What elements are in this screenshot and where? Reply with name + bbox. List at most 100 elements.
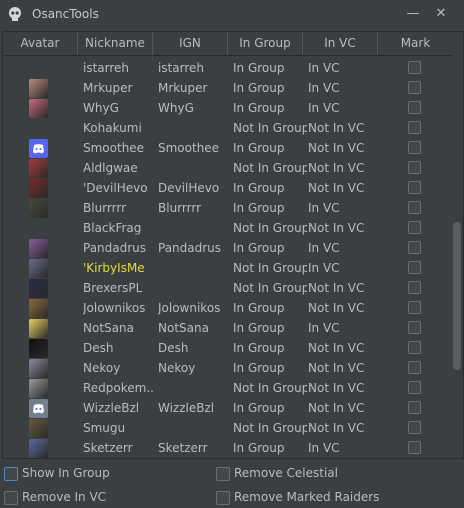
- in-vc-cell: In VC: [308, 201, 340, 215]
- avatar: [29, 419, 48, 438]
- mark-checkbox[interactable]: [408, 101, 421, 114]
- checkbox-box[interactable]: [4, 491, 18, 505]
- table-row[interactable]: BlackFrag Not In Group Not In VC: [3, 218, 451, 238]
- avatar: [29, 79, 48, 98]
- table-row[interactable]: Blurrrrr Blurrrrr In Group In VC: [3, 198, 451, 218]
- mark-checkbox[interactable]: [408, 401, 421, 414]
- ign-cell: Sketzerr: [158, 441, 208, 455]
- checkbox-box[interactable]: [216, 491, 230, 505]
- close-button[interactable]: ✕: [430, 4, 452, 24]
- avatar: [29, 359, 48, 378]
- avatar: [29, 179, 48, 198]
- avatar: [29, 319, 48, 338]
- mark-checkbox[interactable]: [408, 221, 421, 234]
- ign-cell: WhyG: [158, 101, 194, 115]
- column-header-in-vc[interactable]: In VC: [303, 32, 378, 55]
- avatar: [29, 159, 48, 178]
- mark-checkbox[interactable]: [408, 61, 421, 74]
- avatar: [29, 99, 48, 118]
- table-row[interactable]: Smoothee Smoothee In Group Not In VC: [3, 138, 451, 158]
- table-row[interactable]: Mrkuper Mrkuper In Group In VC: [3, 78, 451, 98]
- table-row[interactable]: WizzleBzl WizzleBzl In Group Not In VC: [3, 398, 451, 418]
- table-row[interactable]: Jolownikos Jolownikos In Group Not In VC: [3, 298, 451, 318]
- nickname-cell: Pandadrus: [83, 241, 147, 255]
- in-group-cell: Not In Group: [233, 161, 307, 175]
- mark-checkbox[interactable]: [408, 361, 421, 374]
- checkbox-box[interactable]: [4, 467, 18, 481]
- in-group-cell: Not In Group: [233, 281, 307, 295]
- table-row[interactable]: Redpokem... Not In Group Not In VC: [3, 378, 451, 398]
- in-vc-cell: In VC: [308, 261, 340, 275]
- in-group-cell: Not In Group: [233, 421, 307, 435]
- column-header-avatar[interactable]: Avatar: [3, 32, 78, 55]
- in-group-cell: In Group: [233, 321, 285, 335]
- table-row[interactable]: Nekoy Nekoy In Group Not In VC: [3, 358, 451, 378]
- in-group-cell: In Group: [233, 341, 285, 355]
- vertical-scrollbar[interactable]: [452, 56, 462, 458]
- nickname-cell: Kohakumi: [83, 121, 142, 135]
- in-group-cell: In Group: [233, 61, 285, 75]
- mark-checkbox[interactable]: [408, 121, 421, 134]
- skull-icon: [9, 7, 21, 21]
- table-row[interactable]: BrexersPL Not In Group Not In VC: [3, 278, 451, 298]
- table-row[interactable]: 'KirbyIsMe Not In Group In VC: [3, 258, 451, 278]
- table-row[interactable]: istarreh istarreh In Group In VC: [3, 58, 451, 78]
- nickname-cell: NotSana: [83, 321, 134, 335]
- scrollbar-thumb[interactable]: [453, 222, 461, 370]
- ign-cell: [158, 258, 230, 278]
- mark-checkbox[interactable]: [408, 321, 421, 334]
- in-vc-cell: In VC: [308, 321, 340, 335]
- column-header-mark[interactable]: Mark: [378, 32, 453, 55]
- column-header-in-group[interactable]: In Group: [228, 32, 303, 55]
- checkbox-box[interactable]: [216, 467, 230, 481]
- table-row[interactable]: NotSana NotSana In Group In VC: [3, 318, 451, 338]
- table-row[interactable]: Desh Desh In Group Not In VC: [3, 338, 451, 358]
- table-row[interactable]: WhyG WhyG In Group In VC: [3, 98, 451, 118]
- mark-checkbox[interactable]: [408, 141, 421, 154]
- in-vc-cell: Not In VC: [308, 381, 365, 395]
- mark-checkbox[interactable]: [408, 241, 421, 254]
- table-row[interactable]: 'DevilHevo DevilHevo In Group Not In VC: [3, 178, 451, 198]
- mark-checkbox[interactable]: [408, 341, 421, 354]
- in-vc-cell: Not In VC: [308, 301, 365, 315]
- window-title: OsancTools: [32, 7, 99, 21]
- mark-checkbox[interactable]: [408, 81, 421, 94]
- table-row[interactable]: Pandadrus Pandadrus In Group In VC: [3, 238, 451, 258]
- in-group-cell: In Group: [233, 201, 285, 215]
- table-body: istarreh istarreh In Group In VC Mrkuper Mrku…: [3, 56, 451, 458]
- table-row[interactable]: Smugu Not In Group Not In VC: [3, 418, 451, 438]
- table-row[interactable]: Aldlgwae Not In Group Not In VC: [3, 158, 451, 178]
- ign-cell: [158, 418, 230, 438]
- mark-checkbox[interactable]: [408, 201, 421, 214]
- nickname-cell: Nekoy: [83, 361, 121, 375]
- in-group-cell: Not In Group: [233, 381, 307, 395]
- ign-cell: [158, 278, 230, 298]
- ign-cell: [158, 218, 230, 238]
- remove-celestial-label: Remove Celestial: [234, 466, 338, 480]
- in-group-cell: In Group: [233, 141, 285, 155]
- minimize-button[interactable]: —: [402, 4, 424, 24]
- mark-checkbox[interactable]: [408, 161, 421, 174]
- mark-checkbox[interactable]: [408, 281, 421, 294]
- in-vc-cell: In VC: [308, 61, 340, 75]
- ign-cell: Pandadrus: [158, 241, 222, 255]
- in-group-cell: In Group: [233, 101, 285, 115]
- avatar: [29, 379, 48, 398]
- column-header-ign[interactable]: IGN: [153, 32, 228, 55]
- in-group-cell: Not In Group: [233, 261, 307, 275]
- mark-checkbox[interactable]: [408, 421, 421, 434]
- nickname-cell: istarreh: [83, 61, 130, 75]
- remove-in-vc-label: Remove In VC: [22, 490, 107, 504]
- table-row[interactable]: Kohakumi Not In Group Not In VC: [3, 118, 451, 138]
- in-vc-cell: Not In VC: [308, 181, 365, 195]
- members-table: Avatar Nickname IGN In Group In VC Mark …: [2, 31, 464, 459]
- column-header-nickname[interactable]: Nickname: [78, 32, 153, 55]
- mark-checkbox[interactable]: [408, 441, 421, 454]
- mark-checkbox[interactable]: [408, 181, 421, 194]
- table-row[interactable]: Sketzerr Sketzerr In Group In VC: [3, 438, 451, 458]
- mark-checkbox[interactable]: [408, 261, 421, 274]
- mark-checkbox[interactable]: [408, 301, 421, 314]
- mark-checkbox[interactable]: [408, 381, 421, 394]
- in-vc-cell: In VC: [308, 441, 340, 455]
- ign-cell: Mrkuper: [158, 81, 208, 95]
